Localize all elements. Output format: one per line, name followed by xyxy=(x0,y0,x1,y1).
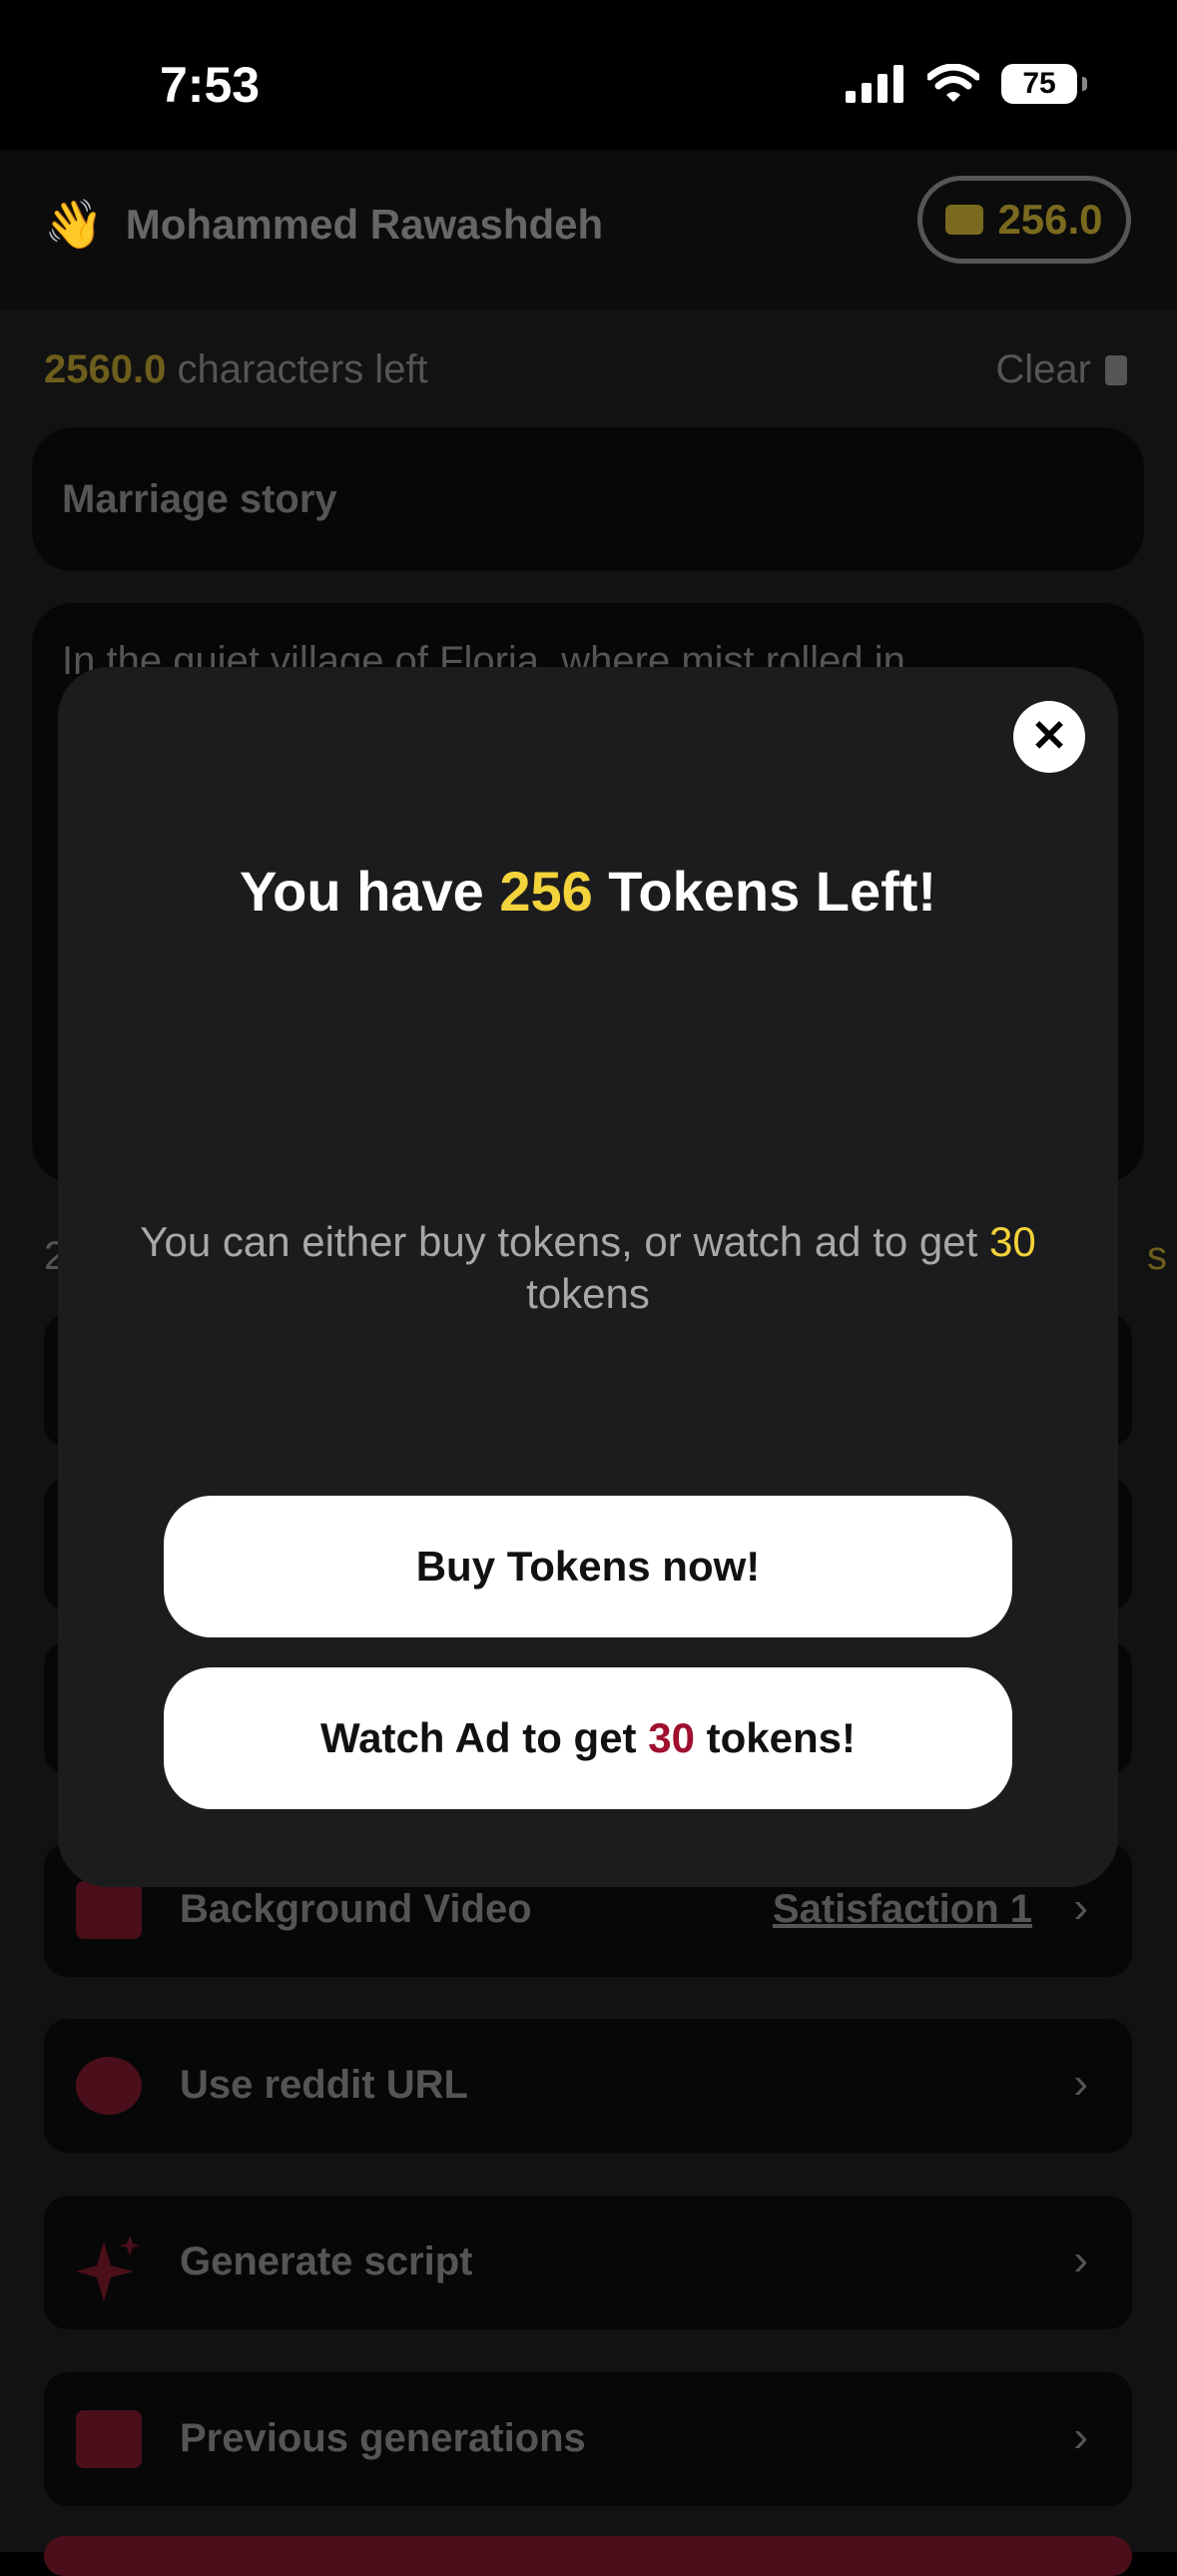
buy-tokens-button[interactable]: Buy Tokens now! xyxy=(164,1496,1012,1637)
buy-tokens-label: Buy Tokens now! xyxy=(415,1543,761,1590)
chevron-right-icon: › xyxy=(1073,2236,1088,2284)
title-input[interactable]: Marriage story xyxy=(32,427,1144,571)
desc-suffix: tokens xyxy=(526,1270,650,1317)
video-camera-icon xyxy=(76,2410,142,2468)
signal-icon xyxy=(846,65,903,103)
watch-ad-button[interactable]: Watch Ad to get 30 tokens! xyxy=(164,1667,1012,1809)
settings-row-reddit-url[interactable]: Use reddit URL › xyxy=(44,2019,1132,2153)
ad-suffix: tokens! xyxy=(706,1714,856,1761)
chevron-right-icon: › xyxy=(1073,2412,1088,2461)
reddit-icon xyxy=(76,2057,142,2115)
row-label: Background Video xyxy=(180,1887,532,1931)
status-icons: 75 xyxy=(846,64,1087,104)
clear-button[interactable]: Clear xyxy=(995,347,1127,392)
status-time: 7:53 xyxy=(160,57,261,113)
film-icon xyxy=(76,1881,142,1939)
trash-icon xyxy=(1105,354,1127,385)
wave-icon: 👋 xyxy=(44,199,104,252)
row-value[interactable]: Satisfaction 1 xyxy=(773,1887,1032,1932)
bottom-action-button[interactable] xyxy=(44,2536,1132,2576)
close-icon: ✕ xyxy=(1030,712,1068,761)
sparkle-icon xyxy=(76,2234,142,2301)
desc-prefix: You can either buy tokens, or watch ad t… xyxy=(140,1218,989,1265)
wallet-balance-button[interactable]: 256.0 xyxy=(917,176,1131,264)
battery-icon: 75 xyxy=(1001,64,1087,104)
desc-amount: 30 xyxy=(988,1218,1036,1265)
row-label: Generate script xyxy=(180,2240,473,2283)
clear-label: Clear xyxy=(995,347,1091,391)
status-bar: 7:53 75 xyxy=(0,0,1177,150)
user-greeting: 👋 Mohammed Rawashdeh xyxy=(44,196,603,253)
chevron-right-icon: › xyxy=(1073,2059,1088,2108)
settings-row-previous-generations[interactable]: Previous generations › xyxy=(44,2372,1132,2506)
chevron-right-icon: › xyxy=(1073,1883,1088,1932)
wallet-balance: 256.0 xyxy=(997,196,1103,243)
ad-amount: 30 xyxy=(648,1714,695,1761)
title-input-value: Marriage story xyxy=(62,477,337,521)
modal-description: You can either buy tokens, or watch ad t… xyxy=(120,1216,1056,1320)
title-prefix: You have xyxy=(239,860,500,923)
row-label: Use reddit URL xyxy=(180,2063,468,2107)
wallet-icon xyxy=(945,205,984,235)
wifi-icon xyxy=(927,64,979,102)
characters-left-label: characters left xyxy=(166,347,428,391)
row-label: Previous generations xyxy=(180,2416,586,2460)
token-count: 256 xyxy=(499,860,593,923)
partial-text-right: s xyxy=(1147,1234,1167,1278)
modal-title: You have 256 Tokens Left! xyxy=(58,859,1118,924)
characters-left-count: 2560.0 xyxy=(44,347,167,391)
user-name: Mohammed Rawashdeh xyxy=(125,200,604,248)
settings-row-generate-script[interactable]: Generate script › xyxy=(44,2196,1132,2329)
title-suffix: Tokens Left! xyxy=(592,860,937,923)
characters-left: 2560.0 characters left xyxy=(44,347,428,392)
ad-prefix: Watch Ad to get xyxy=(320,1714,637,1761)
close-button[interactable]: ✕ xyxy=(1013,701,1085,773)
